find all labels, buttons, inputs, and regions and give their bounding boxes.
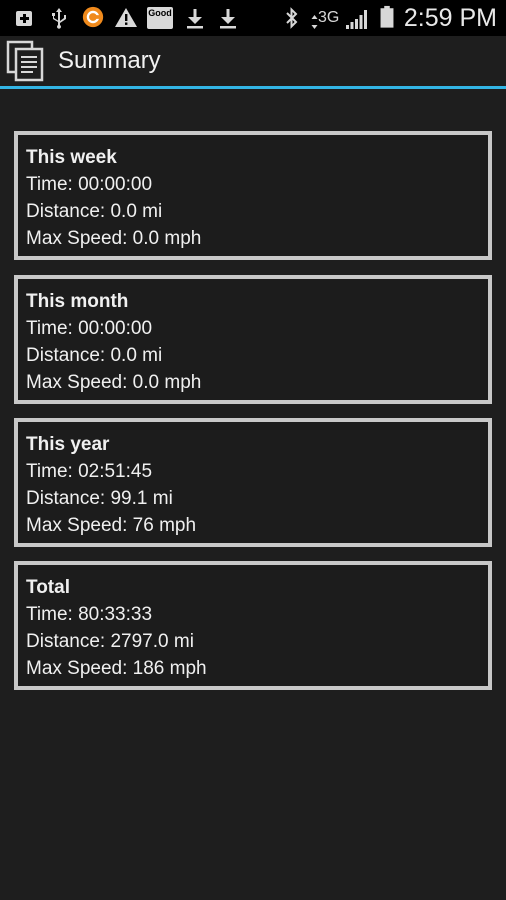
distance-value: Distance: 2797.0 mi — [26, 631, 194, 652]
time-value: Time: 00:00:00 — [26, 318, 153, 339]
time-value: Time: 02:51:45 — [26, 461, 153, 482]
max-speed-value: Max Speed: 76 mph — [26, 515, 197, 536]
action-bar: Summary — [0, 36, 506, 86]
summary-list: This week Time: 00:00:00 Distance: 0.0 m… — [0, 89, 506, 900]
bluetooth-icon — [286, 7, 298, 29]
time-value: Time: 80:33:33 — [26, 604, 153, 625]
summary-card-total: Total Time: 80:33:33 Distance: 2797.0 mi… — [14, 561, 492, 690]
battery-icon — [380, 5, 394, 28]
status-bar: Good 3G 2:59 PM — [0, 0, 506, 36]
summary-card-month: This month Time: 00:00:00 Distance: 0.0 … — [14, 275, 492, 404]
distance-value: Distance: 99.1 mi — [26, 488, 173, 509]
network-type-label: 3G — [318, 9, 340, 26]
sync-orange-icon — [82, 6, 104, 28]
distance-value: Distance: 0.0 mi — [26, 201, 163, 222]
add-icon — [16, 11, 32, 26]
warning-icon — [115, 8, 137, 27]
max-speed-value: Max Speed: 0.0 mph — [26, 228, 202, 249]
card-title: This week — [26, 147, 117, 168]
signal-icon — [346, 10, 367, 29]
good-app-icon: Good — [147, 7, 173, 29]
summary-card-week: This week Time: 00:00:00 Distance: 0.0 m… — [14, 131, 492, 260]
card-title: This month — [26, 291, 129, 312]
document-stack-icon[interactable] — [6, 40, 46, 82]
card-title: Total — [26, 577, 70, 598]
max-speed-value: Max Speed: 186 mph — [26, 658, 207, 679]
download-icon — [187, 9, 203, 29]
card-title: This year — [26, 434, 110, 455]
summary-card-year: This year Time: 02:51:45 Distance: 99.1 … — [14, 418, 492, 547]
status-time: 2:59 PM — [403, 4, 497, 32]
good-label: Good — [148, 8, 172, 18]
download-icon — [220, 9, 236, 29]
max-speed-value: Max Speed: 0.0 mph — [26, 372, 202, 393]
page-title: Summary — [58, 47, 161, 74]
data-arrows-icon — [311, 15, 318, 29]
usb-icon — [52, 8, 66, 29]
time-value: Time: 00:00:00 — [26, 174, 153, 195]
distance-value: Distance: 0.0 mi — [26, 345, 163, 366]
